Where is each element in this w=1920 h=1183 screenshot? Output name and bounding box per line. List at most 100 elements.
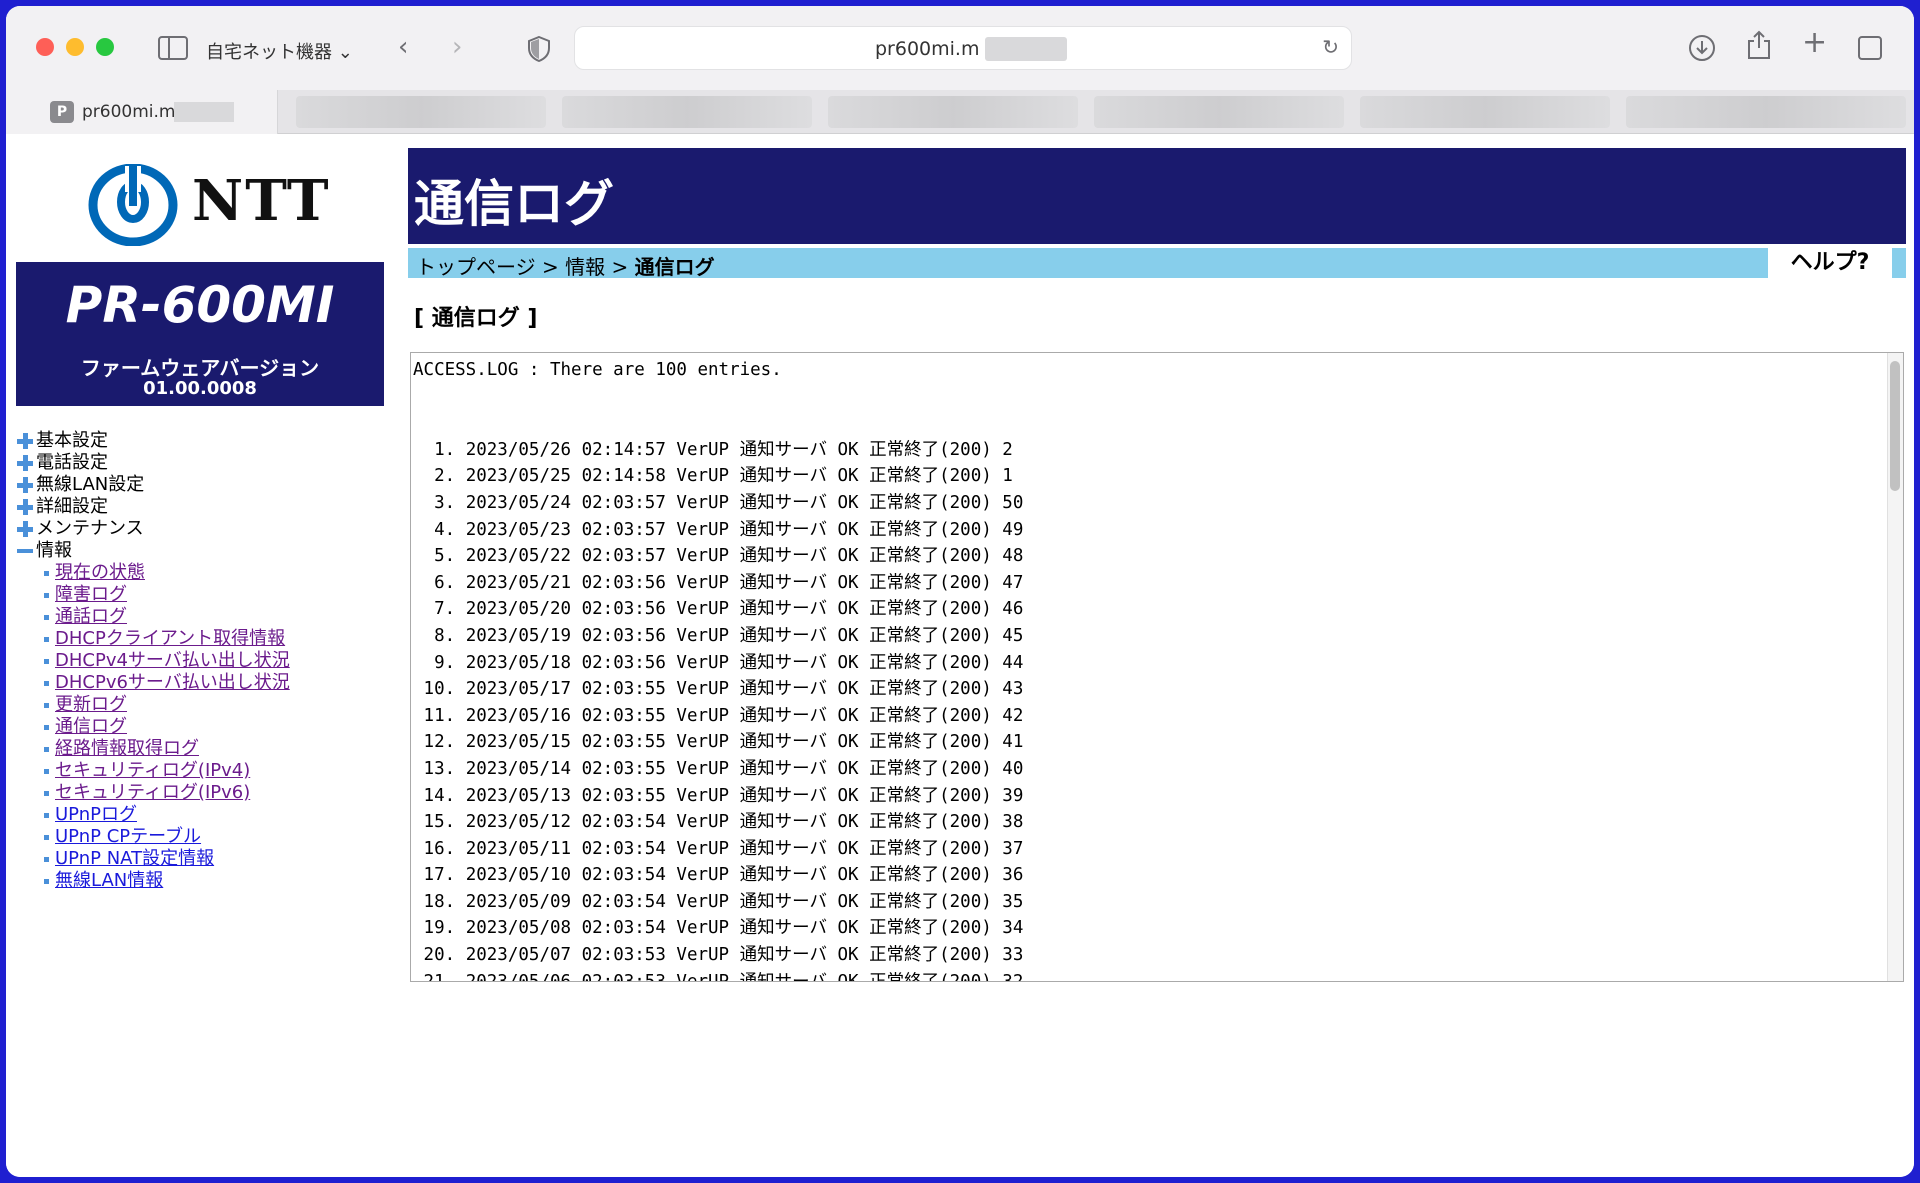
log-entry: 17. 2023/05/10 02:03:54 VerUP 通知サーバ OK 正… <box>423 865 1024 886</box>
tab-group-label: 自宅ネット機器 <box>206 42 332 63</box>
url-redacted <box>985 37 1067 61</box>
submenu-item: 更新ログ <box>44 694 290 716</box>
menu-item-phone[interactable]: 電話設定 <box>16 452 290 474</box>
section-title: [ 通信ログ ] <box>414 306 538 331</box>
link-update-log[interactable]: 更新ログ <box>55 694 127 716</box>
menu-item-info[interactable]: 情報 <box>16 540 290 562</box>
tab-group-selector[interactable]: 自宅ネット機器 ⌄ <box>206 38 353 64</box>
submenu-item: セキュリティログ(IPv6) <box>44 782 290 804</box>
log-entry: 20. 2023/05/07 02:03:53 VerUP 通知サーバ OK 正… <box>423 945 1024 966</box>
menu-item-basic[interactable]: 基本設定 <box>16 430 290 452</box>
bullet-icon <box>44 636 49 642</box>
side-menu: 基本設定 電話設定 無線LAN設定 詳細設定 メンテナンス 情報 現在の状態 障… <box>16 430 290 892</box>
submenu-item: 経路情報取得ログ <box>44 738 290 760</box>
browser-window: 自宅ネット機器 ⌄ ‹ › pr600mi.m ↻ + P pr600mi.m <box>6 6 1914 1177</box>
link-fault-log[interactable]: 障害ログ <box>55 584 127 606</box>
submenu-item: 障害ログ <box>44 584 290 606</box>
bullet-icon <box>44 790 49 796</box>
brand-name: NTT <box>192 168 331 234</box>
plus-icon <box>16 520 34 538</box>
menu-item-advanced[interactable]: 詳細設定 <box>16 496 290 518</box>
plus-icon[interactable]: + <box>1802 28 1827 58</box>
menu-item-maintenance[interactable]: メンテナンス <box>16 518 290 540</box>
download-icon[interactable] <box>1688 34 1716 62</box>
reload-icon[interactable]: ↻ <box>1322 35 1339 59</box>
address-bar[interactable]: pr600mi.m ↻ <box>574 26 1352 70</box>
tab-blurred[interactable] <box>1360 96 1610 128</box>
link-upnp-log[interactable]: UPnPログ <box>55 804 137 826</box>
submenu-item: 通話ログ <box>44 606 290 628</box>
sidebar-toggle-icon[interactable] <box>158 36 188 60</box>
log-content: ACCESS.LOG : There are 100 entries. 1. 2… <box>413 357 1024 981</box>
tab-blurred[interactable] <box>296 96 546 128</box>
minus-icon <box>16 542 34 560</box>
link-upnp-cp-table[interactable]: UPnP CPテーブル <box>55 826 201 848</box>
zoom-window-button[interactable] <box>96 38 114 56</box>
breadcrumb-separator: > <box>541 255 559 279</box>
bullet-icon <box>44 570 49 576</box>
firmware-label: ファームウェアバージョン <box>80 356 320 380</box>
link-comm-log[interactable]: 通信ログ <box>55 716 127 738</box>
tab-active[interactable]: P pr600mi.m <box>6 90 278 134</box>
log-scrollbar[interactable] <box>1887 353 1903 981</box>
menu-item-label: 詳細設定 <box>36 496 108 517</box>
log-entry: 14. 2023/05/13 02:03:55 VerUP 通知サーバ OK 正… <box>423 785 1024 806</box>
model-name: PR-600MI <box>65 276 335 334</box>
help-button[interactable]: ヘルプ? <box>1768 248 1892 278</box>
chevron-down-icon: ⌄ <box>337 42 353 63</box>
page-title: 通信ログ <box>414 175 614 233</box>
bullet-icon <box>44 702 49 708</box>
tab-blurred[interactable] <box>1094 96 1344 128</box>
link-call-log[interactable]: 通話ログ <box>55 606 127 628</box>
chevron-right-icon[interactable]: › <box>452 32 462 62</box>
menu-item-label: 基本設定 <box>36 430 108 451</box>
log-entry: 8. 2023/05/19 02:03:56 VerUP 通知サーバ OK 正常… <box>423 625 1024 646</box>
bullet-icon <box>44 834 49 840</box>
browser-toolbar: 自宅ネット機器 ⌄ ‹ › pr600mi.m ↻ + <box>6 6 1914 90</box>
submenu-item: 現在の状態 <box>44 562 290 584</box>
tab-blurred[interactable] <box>562 96 812 128</box>
privacy-shield-icon[interactable] <box>528 36 550 62</box>
tab-title-redacted <box>174 102 234 122</box>
tab-blurred[interactable] <box>1626 96 1906 128</box>
plus-icon <box>16 498 34 516</box>
plus-icon <box>16 432 34 450</box>
breadcrumb-top[interactable]: トップページ <box>416 255 536 279</box>
link-dhcpv6-server[interactable]: DHCPv6サーバ払い出し状況 <box>55 672 290 694</box>
share-icon[interactable] <box>1746 30 1772 60</box>
submenu-item: 無線LAN情報 <box>44 870 290 892</box>
log-entry: 3. 2023/05/24 02:03:57 VerUP 通知サーバ OK 正常… <box>423 492 1024 513</box>
link-dhcpv4-server[interactable]: DHCPv4サーバ払い出し状況 <box>55 650 290 672</box>
link-route-log[interactable]: 経路情報取得ログ <box>55 738 199 760</box>
bullet-icon <box>44 680 49 686</box>
log-entry: 11. 2023/05/16 02:03:55 VerUP 通知サーバ OK 正… <box>423 705 1024 726</box>
link-wireless-info[interactable]: 無線LAN情報 <box>55 870 163 892</box>
bullet-icon <box>44 592 49 598</box>
chevron-left-icon[interactable]: ‹ <box>398 32 408 62</box>
link-upnp-nat[interactable]: UPnP NAT設定情報 <box>55 848 214 870</box>
menu-item-label: メンテナンス <box>36 518 144 539</box>
menu-item-wireless[interactable]: 無線LAN設定 <box>16 474 290 496</box>
submenu-item: UPnP NAT設定情報 <box>44 848 290 870</box>
bullet-icon <box>44 878 49 884</box>
log-entry: 18. 2023/05/09 02:03:54 VerUP 通知サーバ OK 正… <box>423 891 1024 912</box>
link-security-log-ipv4[interactable]: セキュリティログ(IPv4) <box>55 760 250 782</box>
log-entry: 6. 2023/05/21 02:03:56 VerUP 通知サーバ OK 正常… <box>423 572 1024 593</box>
submenu-item: UPnPログ <box>44 804 290 826</box>
log-scroll-thumb[interactable] <box>1890 361 1900 491</box>
minimize-window-button[interactable] <box>66 38 84 56</box>
link-dhcp-client[interactable]: DHCPクライアント取得情報 <box>55 628 285 650</box>
close-window-button[interactable] <box>36 38 54 56</box>
log-entry: 5. 2023/05/22 02:03:57 VerUP 通知サーバ OK 正常… <box>423 546 1024 567</box>
model-box: PR-600MI ファームウェアバージョン 01.00.0008 <box>16 262 384 406</box>
log-entry: 1. 2023/05/26 02:14:57 VerUP 通知サーバ OK 正常… <box>423 439 1013 460</box>
breadcrumb-info[interactable]: 情報 <box>565 255 605 279</box>
submenu-item: DHCPv4サーバ払い出し状況 <box>44 650 290 672</box>
bullet-icon <box>44 724 49 730</box>
link-status[interactable]: 現在の状態 <box>55 562 145 584</box>
info-submenu: 現在の状態 障害ログ 通話ログ DHCPクライアント取得情報 DHCPv4サーバ… <box>44 562 290 892</box>
tabs-icon[interactable] <box>1858 36 1882 60</box>
link-security-log-ipv6[interactable]: セキュリティログ(IPv6) <box>55 782 250 804</box>
tab-blurred[interactable] <box>828 96 1078 128</box>
log-textarea[interactable]: ACCESS.LOG : There are 100 entries. 1. 2… <box>410 352 1904 982</box>
